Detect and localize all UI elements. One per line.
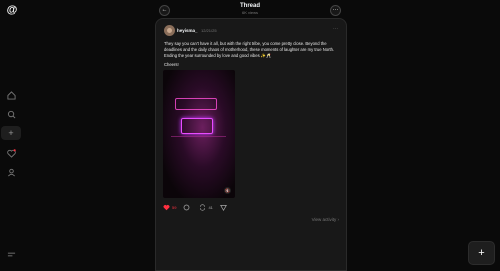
threads-logo-icon[interactable]: @ — [6, 4, 18, 16]
plus-icon: + — [8, 127, 14, 138]
repost-count: 41 — [208, 204, 213, 210]
ellipsis-icon: … — [332, 6, 339, 12]
search-icon[interactable] — [5, 108, 17, 120]
neon-sign-decoration — [175, 98, 217, 110]
plus-icon: + — [478, 247, 485, 259]
create-button[interactable]: + — [1, 126, 21, 140]
post-video[interactable]: 🔇 — [163, 70, 235, 198]
repost-icon — [200, 203, 206, 211]
post-actions: 59 41 — [163, 203, 229, 211]
more-options-button[interactable]: … — [330, 5, 341, 16]
post-body: They say you can't have it all, but with… — [164, 41, 339, 71]
repost-button[interactable]: 41 — [199, 203, 213, 211]
avatar[interactable] — [164, 25, 175, 36]
like-count: 59 — [172, 204, 177, 210]
post-more-icon[interactable]: ··· — [333, 26, 338, 32]
post-date: 12/21/25 — [201, 28, 217, 33]
view-activity-link[interactable]: View activity › — [312, 217, 339, 222]
neon-sign-decoration — [171, 136, 226, 163]
share-icon — [220, 204, 227, 211]
thread-panel: heyisma_ 12/21/25 ··· They say you can't… — [155, 18, 347, 271]
home-icon[interactable] — [5, 89, 17, 101]
mute-icon[interactable]: 🔇 — [224, 187, 231, 194]
menu-icon[interactable] — [5, 248, 17, 260]
create-post-fab[interactable]: + — [468, 241, 495, 265]
sidebar: @ + — [0, 0, 24, 269]
reply-button[interactable] — [183, 204, 192, 211]
comment-icon — [184, 204, 190, 210]
post-text: They say you can't have it all, but with… — [164, 41, 335, 58]
post-text-2: Cheers! — [164, 62, 179, 67]
like-button[interactable]: 59 — [163, 204, 176, 211]
activity-heart-icon[interactable] — [5, 147, 17, 159]
share-button[interactable] — [220, 204, 229, 211]
heart-filled-icon — [163, 204, 170, 210]
page-title: Thread — [239, 3, 260, 9]
thread-header: ← Thread 6K views … — [155, 0, 345, 18]
neon-sign-decoration — [181, 118, 213, 134]
profile-icon[interactable] — [5, 166, 17, 178]
view-count: 6K views — [241, 10, 258, 15]
post-username[interactable]: heyisma_ — [177, 28, 198, 33]
